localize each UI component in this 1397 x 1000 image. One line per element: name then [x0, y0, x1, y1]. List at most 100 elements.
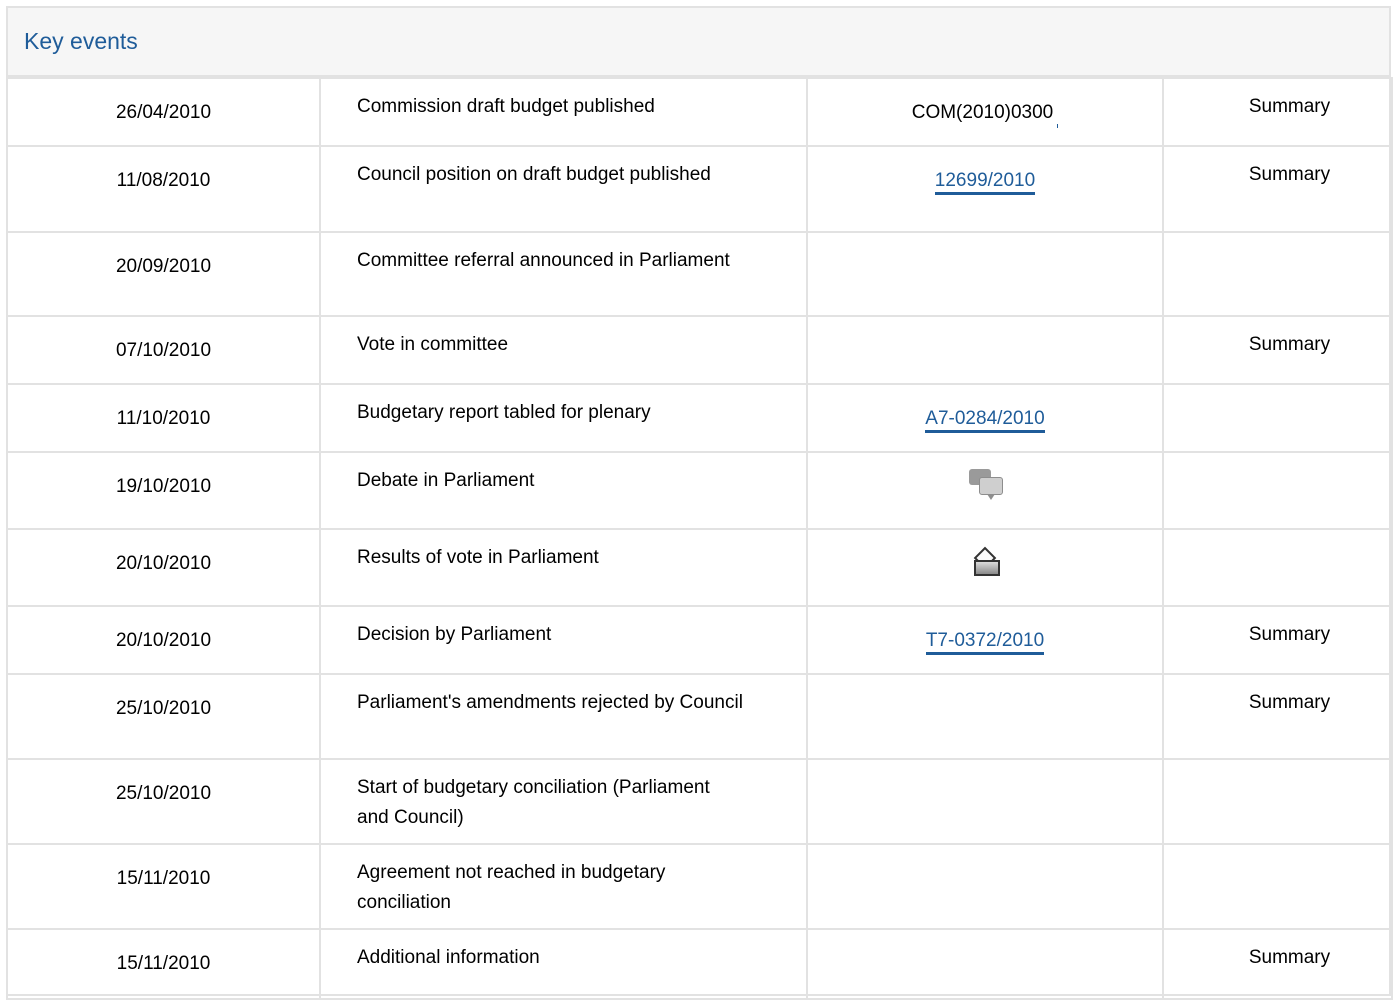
event-summary-cell: Summary [1162, 315, 1393, 385]
table-row: 20/10/2010 Results of vote in Parliament [6, 528, 1393, 607]
table-row: 15/11/2010 Additional information Summary [6, 928, 1393, 1000]
event-document-cell [806, 451, 1164, 530]
table-row: 11/10/2010 Budgetary report tabled for pl… [6, 383, 1393, 453]
key-events-panel: Key events 26/04/2010 Commission draft bu… [6, 6, 1393, 1000]
event-date: 15/11/2010 [116, 953, 211, 974]
event-document-cell: A7-0284/2010 [806, 383, 1164, 453]
event-date-cell: 20/09/2010 [6, 231, 321, 317]
event-description-cell: Decision by Parliament [319, 605, 808, 675]
event-date-cell: 25/10/2010 [6, 758, 321, 845]
table-row: 07/10/2010 Vote in committee Summary [6, 315, 1393, 385]
event-description-cell: Vote in committee [319, 315, 808, 385]
key-events-table: 26/04/2010 Commission draft budget publis… [6, 77, 1393, 1000]
event-date: 07/10/2010 [115, 340, 212, 361]
event-date-cell: 20/10/2010 [6, 528, 321, 607]
event-description-cell: Results of vote in Parliament [319, 528, 808, 607]
event-summary-cell [1162, 451, 1393, 530]
link-marker [1057, 124, 1059, 128]
event-document-cell [806, 843, 1164, 930]
event-description-cell: Council position on draft budget publish… [319, 145, 808, 233]
event-description: Committee referral announced in Parliame… [357, 250, 730, 271]
table-row: 26/04/2010 Commission draft budget publis… [6, 77, 1393, 147]
event-date-cell: 11/10/2010 [6, 383, 321, 453]
document-reference: COM(2010)0300 [911, 102, 1054, 123]
summary-link[interactable]: Summary [1249, 96, 1330, 117]
event-description: Parliament's amendments rejected by Coun… [357, 692, 743, 713]
event-date-cell: 11/08/2010 [6, 145, 321, 233]
table-row: 15/11/2010 Agreement not reached in budge… [6, 843, 1393, 930]
event-description: Debate in Parliament [357, 470, 535, 491]
document-link[interactable]: T7-0372/2010 [925, 630, 1045, 655]
event-document-cell [806, 758, 1164, 845]
event-date-cell: 07/10/2010 [6, 315, 321, 385]
event-description-cell: Debate in Parliament [319, 451, 808, 530]
section-title: Key events [24, 28, 138, 54]
event-date: 20/10/2010 [115, 553, 212, 574]
table-row: 25/10/2010 Start of budgetary conciliatio… [6, 758, 1393, 845]
event-description: Council position on draft budget publish… [357, 164, 711, 185]
event-summary-cell [1162, 383, 1393, 453]
event-date: 26/04/2010 [115, 102, 212, 123]
event-description: Commission draft budget published [357, 96, 655, 117]
event-description: Vote in committee [357, 334, 509, 355]
event-date: 19/10/2010 [115, 476, 212, 497]
event-date: 25/10/2010 [115, 783, 212, 804]
event-document-cell [806, 528, 1164, 607]
event-date-cell: 15/11/2010 [6, 843, 321, 930]
event-summary-cell [1162, 231, 1393, 317]
event-date: 25/10/2010 [115, 698, 212, 719]
event-description: Agreement not reached in budgetary conci… [357, 862, 666, 913]
ballot-box-icon[interactable] [965, 546, 1005, 582]
table-row: 11/08/2010 Council position on draft budg… [6, 145, 1393, 233]
summary-link[interactable]: Summary [1249, 692, 1330, 713]
event-description: Additional information [357, 947, 540, 968]
debate-icon[interactable] [965, 469, 1005, 505]
event-summary-cell: Summary [1162, 145, 1393, 233]
event-document-cell [806, 231, 1164, 317]
event-date-cell: 25/10/2010 [6, 673, 321, 760]
summary-link[interactable]: Summary [1249, 164, 1330, 185]
summary-link[interactable]: Summary [1249, 624, 1330, 645]
event-description-cell: Commission draft budget published [319, 77, 808, 147]
event-summary-cell: Summary [1162, 673, 1393, 760]
event-summary-cell [1162, 843, 1393, 930]
event-date-cell: 15/11/2010 [6, 928, 321, 1000]
event-summary-cell [1162, 528, 1393, 607]
event-date: 11/08/2010 [116, 170, 211, 191]
event-date: 15/11/2010 [116, 868, 211, 889]
event-description-cell: Parliament's amendments rejected by Coun… [319, 673, 808, 760]
event-summary-cell: Summary [1162, 605, 1393, 675]
event-description-cell: Additional information [319, 928, 808, 1000]
event-description-cell: Budgetary report tabled for plenary [319, 383, 808, 453]
table-row: 20/10/2010 Decision by Parliament T7-0372/… [6, 605, 1393, 675]
event-description-cell: Committee referral announced in Parliame… [319, 231, 808, 317]
event-description-cell: Agreement not reached in budgetary conci… [319, 843, 808, 930]
event-summary-cell: Summary [1162, 928, 1393, 1000]
event-document-cell: COM(2010)0300 [806, 77, 1164, 147]
event-date: 20/10/2010 [115, 630, 212, 651]
event-document-cell [806, 928, 1164, 1000]
event-description: Decision by Parliament [357, 624, 552, 645]
event-description: Results of vote in Parliament [357, 547, 599, 568]
event-description: Budgetary report tabled for plenary [357, 402, 651, 423]
event-summary-cell: Summary [1162, 77, 1393, 147]
key-events-header: Key events [8, 8, 1389, 77]
event-document-cell: T7-0372/2010 [806, 605, 1164, 675]
event-date: 20/09/2010 [115, 256, 212, 277]
event-document-cell [806, 673, 1164, 760]
event-document-cell: 12699/2010 [806, 145, 1164, 233]
document-link[interactable]: 12699/2010 [934, 170, 1036, 195]
event-date-cell: 20/10/2010 [6, 605, 321, 675]
table-row: 19/10/2010 Debate in Parliament [6, 451, 1393, 530]
event-date-cell: 19/10/2010 [6, 451, 321, 530]
document-link[interactable]: A7-0284/2010 [925, 408, 1045, 433]
event-date-cell: 26/04/2010 [6, 77, 321, 147]
event-description: Start of budgetary conciliation (Parliam… [357, 777, 710, 828]
summary-link[interactable]: Summary [1249, 947, 1330, 968]
table-row: 20/09/2010 Committee referral announced i… [6, 231, 1393, 317]
event-summary-cell [1162, 758, 1393, 845]
event-description-cell: Start of budgetary conciliation (Parliam… [319, 758, 808, 845]
summary-link[interactable]: Summary [1249, 334, 1330, 355]
table-row: 25/10/2010 Parliament's amendments reject… [6, 673, 1393, 760]
key-events-rows: 26/04/2010 Commission draft budget publis… [6, 77, 1393, 1000]
